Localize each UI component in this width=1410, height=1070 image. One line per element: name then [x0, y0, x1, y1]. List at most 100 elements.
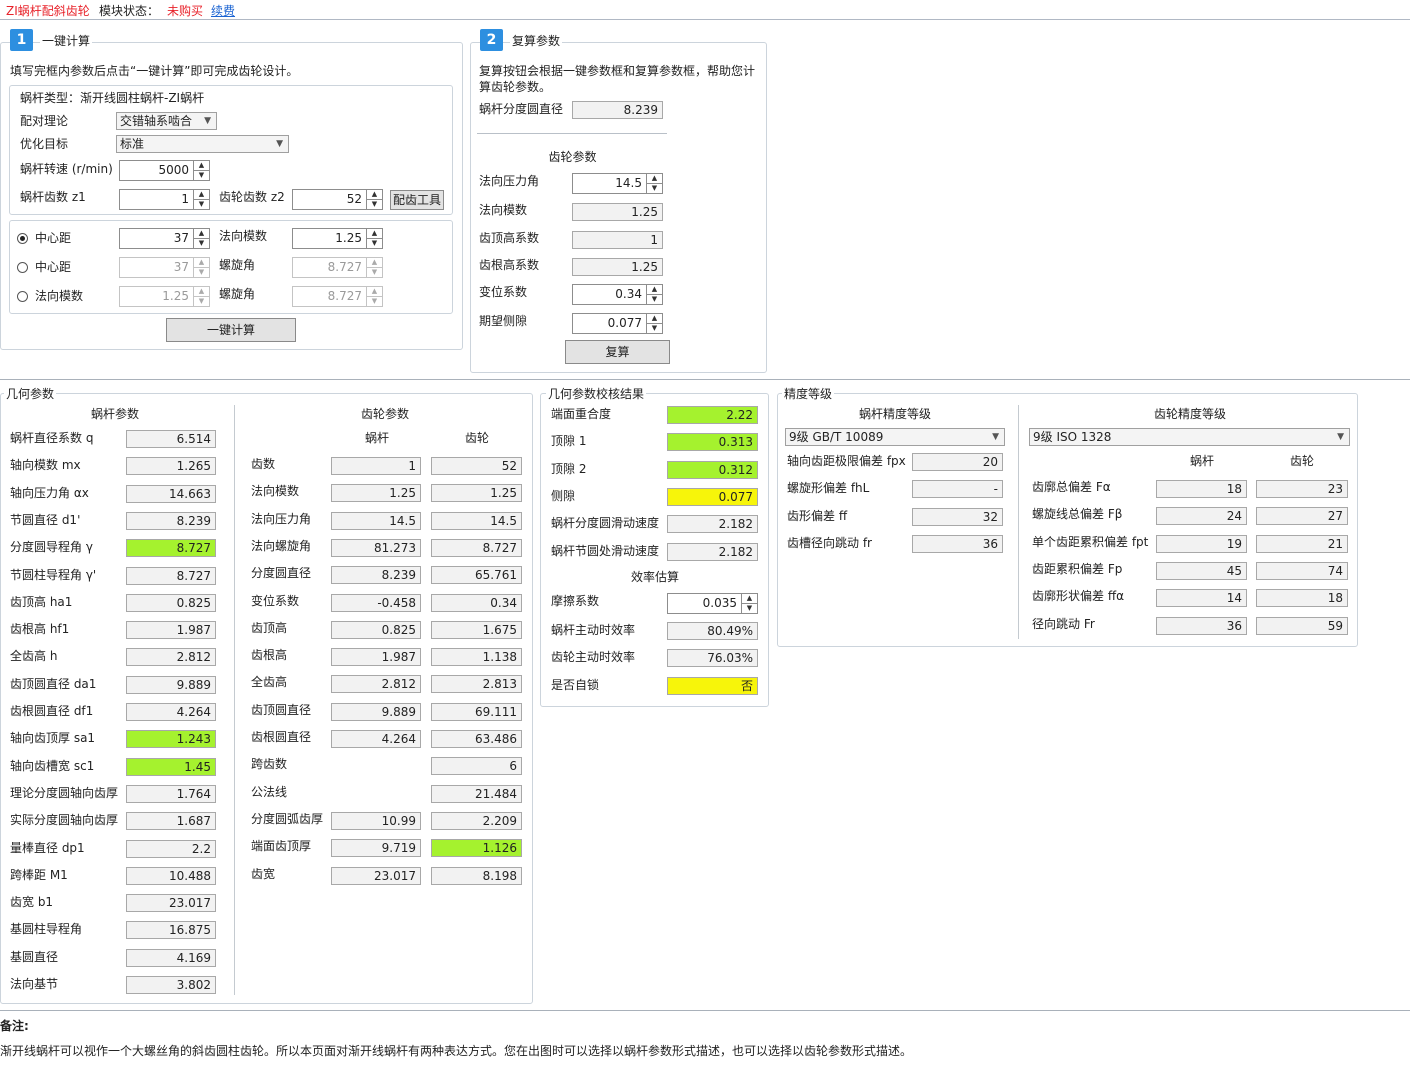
spinner[interactable]: ▲ ▼ — [366, 258, 382, 277]
up-arrow-icon[interactable]: ▲ — [647, 285, 662, 295]
down-arrow-icon[interactable]: ▼ — [194, 297, 209, 307]
gear-param-worm-value: 10.99 — [331, 811, 421, 830]
up-arrow-icon[interactable]: ▲ — [194, 258, 209, 268]
up-arrow-icon[interactable]: ▲ — [367, 190, 382, 200]
gear-param-worm-value: 2.812 — [331, 675, 421, 694]
spinner[interactable]: ▲ ▼ — [193, 161, 209, 180]
recalc-input-value: 0.34 — [615, 287, 642, 301]
opt-target-value: 标准 — [120, 137, 145, 151]
down-arrow-icon[interactable]: ▼ — [367, 200, 382, 210]
spinner[interactable]: ▲ ▼ — [366, 287, 382, 306]
gear-precision-worm-value: 19 — [1156, 534, 1247, 553]
friction-input[interactable]: 0.035 ▲ ▼ — [667, 593, 758, 614]
worm-precision-value: 20 — [912, 453, 1003, 471]
spinner[interactable]: ▲ ▼ — [193, 229, 209, 248]
down-arrow-icon[interactable]: ▼ — [194, 268, 209, 278]
down-arrow-icon[interactable]: ▼ — [367, 268, 382, 278]
z2-input[interactable]: 52 ▲ ▼ — [292, 189, 383, 210]
spinner[interactable]: ▲ ▼ — [366, 229, 382, 248]
check-value: 0.077 — [667, 487, 758, 506]
option-value-input[interactable]: 1.25 ▲ ▼ — [119, 286, 210, 307]
friction-value: 0.035 — [702, 596, 737, 610]
option-param-input-value: 8.727 — [327, 260, 362, 274]
spinner[interactable]: ▲ ▼ — [646, 285, 662, 304]
up-arrow-icon[interactable]: ▲ — [194, 229, 209, 239]
notes-separator — [0, 1010, 1410, 1011]
up-arrow-icon[interactable]: ▲ — [367, 287, 382, 297]
recalc-label: 法向压力角 — [479, 174, 540, 188]
worm-type: 蜗杆类型：渐开线圆柱蜗杆-ZI蜗杆 — [20, 91, 205, 105]
up-arrow-icon[interactable]: ▲ — [367, 229, 382, 239]
option-label: 法向模数 — [35, 289, 84, 303]
worm-precision-label: 轴向齿距极限偏差 fpx — [787, 454, 906, 468]
gear-precision-gear-value: 59 — [1256, 616, 1348, 635]
status-label: 模块状态： — [99, 4, 160, 18]
spinner[interactable]: ▲ ▼ — [646, 174, 662, 193]
gear-precision-select[interactable]: 9级 ISO 1328 ▼ — [1029, 428, 1350, 446]
gear-param-label: 齿顶高 — [251, 620, 288, 635]
recalc-button[interactable]: 复算 — [565, 340, 670, 364]
recalc-input[interactable]: 0.077 ▲ ▼ — [572, 313, 663, 334]
spinner[interactable]: ▲ ▼ — [193, 258, 209, 277]
radio-option-1[interactable] — [17, 262, 28, 273]
spinner[interactable]: ▲ ▼ — [646, 314, 662, 333]
worm-param-value: 3.802 — [126, 976, 216, 994]
spinner[interactable]: ▲ ▼ — [366, 190, 382, 209]
spinner[interactable]: ▲ ▼ — [193, 287, 209, 306]
down-arrow-icon[interactable]: ▼ — [194, 239, 209, 249]
down-arrow-icon[interactable]: ▼ — [647, 324, 662, 334]
tooth-tool-button[interactable]: 配齿工具 — [390, 190, 444, 210]
down-arrow-icon[interactable]: ▼ — [367, 239, 382, 249]
renew-link[interactable]: 续费 — [211, 2, 235, 19]
worm-param-label: 量棒直径 dp1 — [10, 840, 85, 855]
down-arrow-icon[interactable]: ▼ — [647, 295, 662, 305]
worm-param-label: 轴向压力角 αx — [10, 485, 89, 500]
pair-theory-label: 配对理论 — [20, 114, 69, 128]
gear-param-worm-value: 8.239 — [331, 566, 421, 585]
worm-pitch-value: 8.239 — [572, 101, 663, 119]
up-arrow-icon[interactable]: ▲ — [647, 314, 662, 324]
radio-option-0[interactable] — [17, 233, 28, 244]
recalc-input-value: 0.077 — [607, 316, 642, 330]
spinner[interactable]: ▲ ▼ — [193, 190, 209, 209]
worm-precision-select[interactable]: 9级 GB/T 10089 ▼ — [785, 428, 1005, 446]
down-arrow-icon[interactable]: ▼ — [367, 297, 382, 307]
option-value-input[interactable]: 37 ▲ ▼ — [119, 228, 210, 249]
radio-option-2[interactable] — [17, 291, 28, 302]
pair-theory-select[interactable]: 交错轴系啮合 ▼ — [116, 112, 217, 130]
option-param-input[interactable]: 8.727 ▲ ▼ — [292, 286, 383, 307]
gear-param-worm-value: -0.458 — [331, 593, 421, 612]
down-arrow-icon[interactable]: ▼ — [194, 200, 209, 210]
speed-input[interactable]: 5000 ▲ ▼ — [119, 160, 210, 181]
prec-col-gear: 齿轮 — [1289, 454, 1314, 468]
down-arrow-icon[interactable]: ▼ — [194, 171, 209, 181]
gear-param-label: 变位系数 — [251, 593, 300, 608]
quick-calc-button[interactable]: 一键计算 — [166, 318, 296, 342]
down-arrow-icon[interactable]: ▼ — [647, 184, 662, 194]
up-arrow-icon[interactable]: ▲ — [647, 174, 662, 184]
down-arrow-icon[interactable]: ▼ — [742, 604, 757, 614]
spinner[interactable]: ▲ ▼ — [741, 594, 757, 613]
up-arrow-icon[interactable]: ▲ — [194, 287, 209, 297]
geometry-title: 几何参数 — [4, 385, 57, 402]
recalc-input[interactable]: 14.5 ▲ ▼ — [572, 173, 663, 194]
option-value-input[interactable]: 37 ▲ ▼ — [119, 257, 210, 278]
option-param-input[interactable]: 1.25 ▲ ▼ — [292, 228, 383, 249]
option-param-input[interactable]: 8.727 ▲ ▼ — [292, 257, 383, 278]
gear-param-label: 齿根高 — [251, 648, 288, 663]
opt-target-label: 优化目标 — [20, 137, 69, 151]
up-arrow-icon[interactable]: ▲ — [367, 258, 382, 268]
up-arrow-icon[interactable]: ▲ — [194, 190, 209, 200]
z1-input[interactable]: 1 ▲ ▼ — [119, 189, 210, 210]
gear-param-worm-value: 0.825 — [331, 620, 421, 639]
worm-param-label: 齿宽 b1 — [10, 895, 54, 910]
section-separator — [0, 379, 1410, 380]
speed-label: 蜗杆转速 (r/min) — [20, 162, 113, 176]
opt-target-select[interactable]: 标准 ▼ — [116, 135, 289, 153]
recalc-input[interactable]: 0.34 ▲ ▼ — [572, 284, 663, 305]
gear-param-worm-value: 1 — [331, 457, 421, 475]
up-arrow-icon[interactable]: ▲ — [742, 594, 757, 604]
up-arrow-icon[interactable]: ▲ — [194, 161, 209, 171]
worm-param-label: 轴向模数 mx — [10, 458, 81, 473]
efficiency-label: 是否自锁 — [551, 677, 600, 692]
